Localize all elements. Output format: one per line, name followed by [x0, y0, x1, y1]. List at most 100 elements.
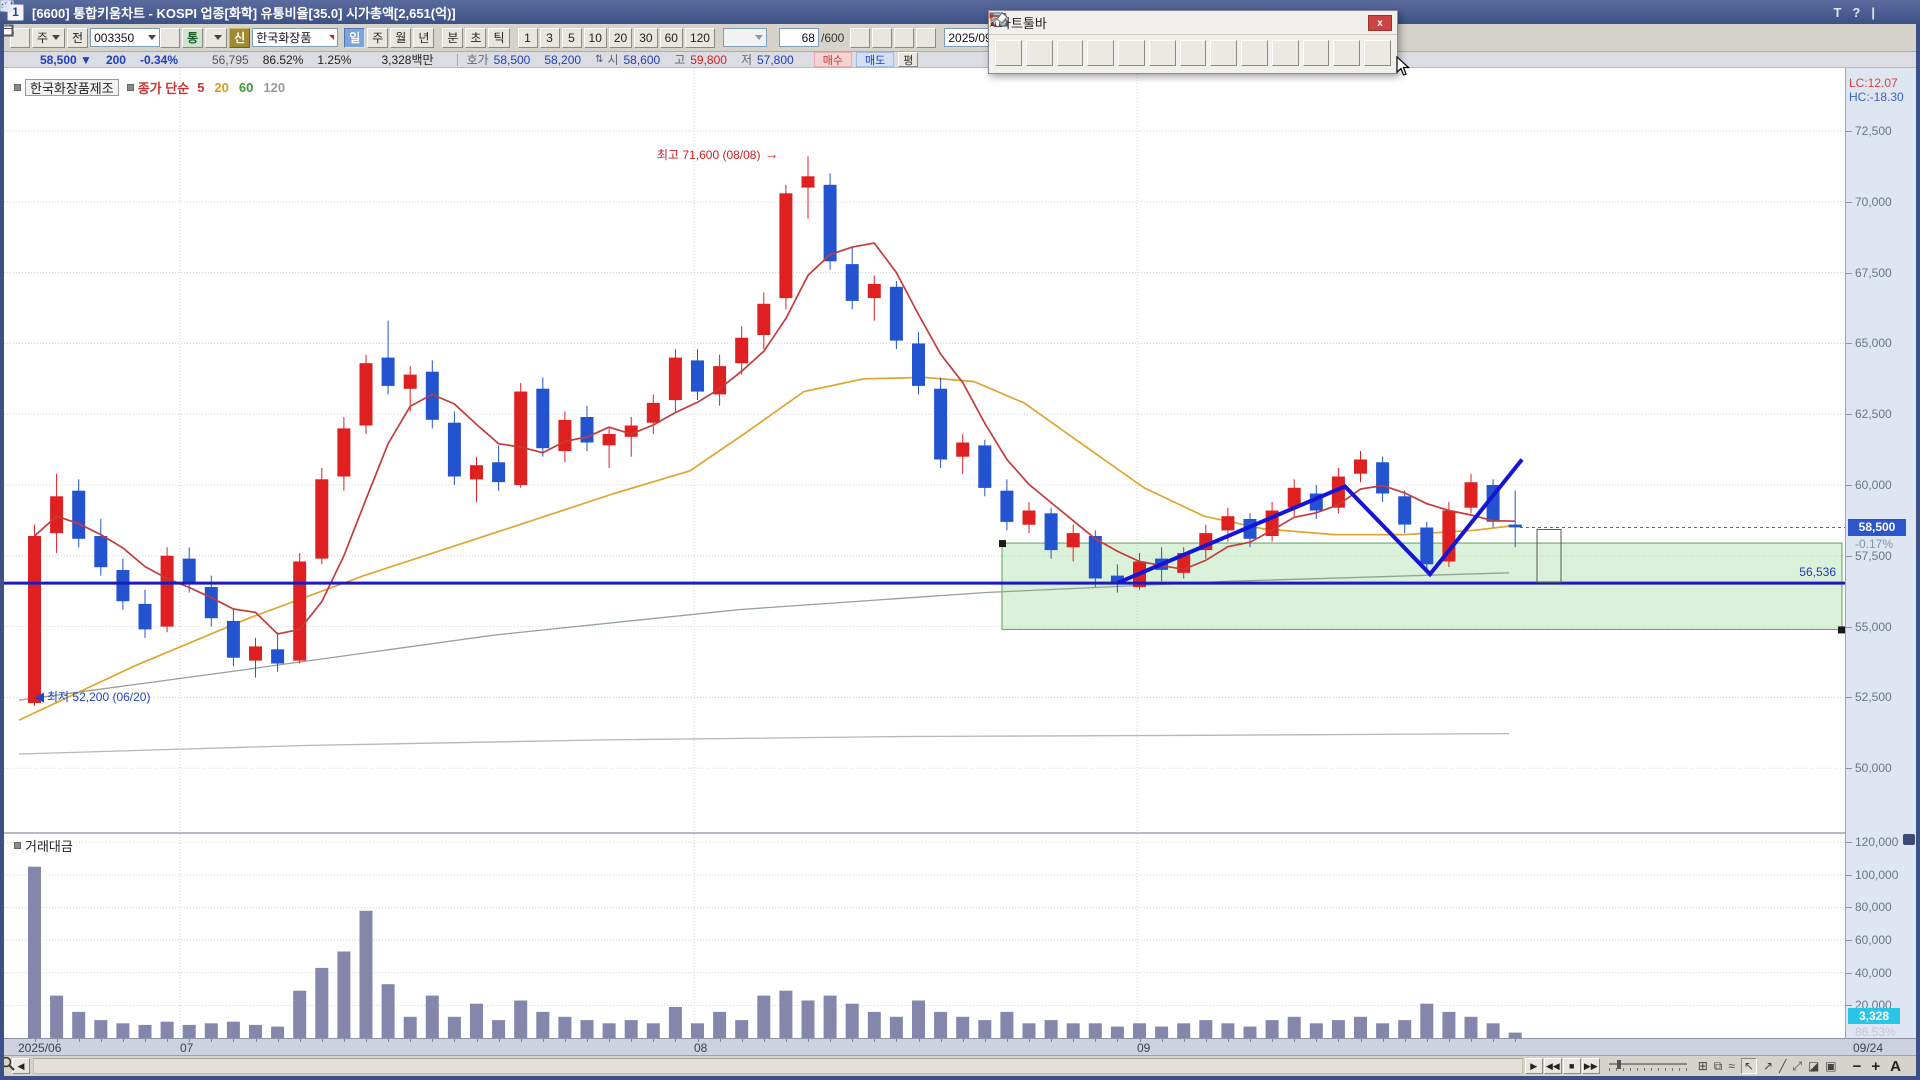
scrollbar-track[interactable] — [33, 1058, 1523, 1074]
date-minor-tick — [1449, 1039, 1450, 1042]
date-minor-tick — [432, 1039, 433, 1042]
layout-swap-tool-icon[interactable] — [1026, 40, 1053, 66]
date-tick-label: 08 — [694, 1041, 707, 1055]
interval-5-button[interactable]: 5 — [562, 28, 582, 48]
custom-interval-dropdown[interactable] — [723, 28, 767, 47]
segment-tool-icon[interactable] — [1272, 40, 1299, 66]
stock-name-display[interactable]: 한국화장품 — [252, 28, 338, 47]
gear-icon[interactable] — [916, 28, 936, 48]
stop-button[interactable]: ■ — [1563, 1058, 1581, 1074]
pointer-cursor-icon[interactable]: ↗ — [1763, 1059, 1773, 1073]
area-highlight-tool-icon[interactable] — [1210, 40, 1237, 66]
sort-arrows-icon[interactable]: ⇅ — [595, 54, 603, 65]
period-month-button[interactable]: 월 — [390, 28, 411, 48]
date-tick-label: 09 — [1137, 1041, 1150, 1055]
undo-tool-icon[interactable] — [995, 40, 1022, 66]
flag-tool-icon[interactable] — [1057, 40, 1084, 66]
interval-10-button[interactable]: 10 — [584, 28, 607, 48]
help-button[interactable]: ? — [1852, 6, 1860, 19]
avg-button[interactable]: 평 — [898, 52, 918, 67]
date-minor-tick — [123, 1039, 124, 1042]
candlestick-chart-panel[interactable] — [4, 68, 1845, 832]
search-icon[interactable] — [160, 28, 180, 48]
current-volume-pct: 86.53% — [1855, 1025, 1896, 1039]
zigzag-add-icon[interactable] — [872, 28, 892, 48]
shin-button[interactable]: 신 — [229, 28, 250, 48]
period-week-button[interactable]: 주 — [367, 28, 388, 48]
copy-window-icon[interactable]: ⧉ — [1714, 1059, 1723, 1074]
zoom-in-button[interactable]: + — [1871, 1058, 1880, 1075]
date-minor-tick — [1029, 1039, 1030, 1042]
stock-name-legend[interactable]: 한국화장품제조 — [25, 79, 119, 96]
period-tick-button[interactable]: 틱 — [488, 28, 509, 48]
chart-toolbar-window[interactable]: 차트툴바 x ALL — [988, 10, 1398, 74]
date-minor-tick — [919, 1039, 920, 1042]
hts-window: 1 [6600] 통합키움차트 - KOSPI 업종[화학] 유통비율[35.0… — [0, 0, 1920, 1080]
shapes-tool-icon[interactable] — [1087, 40, 1114, 66]
period-second-button[interactable]: 초 — [465, 28, 486, 48]
save-icon[interactable] — [894, 28, 914, 48]
close-icon[interactable]: x — [1368, 15, 1392, 31]
new-window-icon[interactable]: ⊞ — [1698, 1059, 1708, 1073]
always-on-top-button[interactable]: T — [1833, 6, 1841, 19]
period-day-button[interactable]: 일 — [344, 28, 365, 48]
legend-square-icon — [14, 84, 21, 91]
trendline-tool-icon[interactable]: ╱ — [1779, 1059, 1786, 1073]
candle-tool-icon[interactable] — [1149, 40, 1176, 66]
ma20-legend: 20 — [214, 80, 228, 95]
buy-button[interactable]: 매수 — [814, 52, 852, 67]
eraser-tool-icon[interactable] — [1333, 40, 1360, 66]
title-bar: 1 [6600] 통합키움차트 - KOSPI 업종[화학] 유통비율[35.0… — [0, 0, 1920, 24]
circle-highlight-tool-icon[interactable] — [1241, 40, 1268, 66]
high-price: 59,800 — [690, 53, 727, 67]
period-minute-button[interactable]: 분 — [442, 28, 463, 48]
text-tool-icon[interactable] — [1118, 40, 1145, 66]
slider-ticks — [1609, 1068, 1687, 1071]
cross-cursor-icon[interactable]: ↖ — [1741, 1058, 1757, 1074]
eraser-tool-icon[interactable]: ◪ — [1808, 1059, 1819, 1073]
period-year-button[interactable]: 년 — [413, 28, 434, 48]
volume-chart-panel[interactable] — [4, 834, 1845, 1038]
levels-tool-icon[interactable] — [1180, 40, 1207, 66]
compare-icon[interactable] — [850, 28, 870, 48]
low-annotation: ◀최저 52,200 (06/20) — [34, 688, 150, 705]
zoom-out-button[interactable]: − — [1853, 1058, 1862, 1075]
ratio-2: 1.25% — [317, 53, 351, 67]
zigzag-mode-icon[interactable]: ≈ — [1728, 1059, 1735, 1073]
erase-all-tool-icon[interactable]: ALL — [1364, 40, 1391, 66]
interval-60-button[interactable]: 60 — [660, 28, 683, 48]
rewind-button[interactable]: ◀◀ — [1544, 1058, 1562, 1074]
current-price-badge: 58,500 — [1848, 519, 1906, 536]
axis-tick: 67,500 — [1855, 266, 1892, 280]
price-change: 200 — [106, 53, 126, 67]
play-button[interactable]: ▶ — [1525, 1058, 1543, 1074]
stock-type-dropdown[interactable]: 주 — [32, 28, 65, 48]
prev-stock-button[interactable]: 전 — [67, 28, 88, 48]
chart-toolbar-titlebar[interactable]: 차트툴바 x — [989, 11, 1397, 35]
date-tick-label: 09/24 — [1853, 1041, 1883, 1055]
interval-30-button[interactable]: 30 — [634, 28, 657, 48]
ray-trendline-tool-icon[interactable] — [1303, 40, 1330, 66]
window-controls: T ? | — [1800, 6, 1920, 19]
bar-count-input[interactable]: 68 — [779, 28, 819, 47]
speed-slider[interactable] — [1609, 1059, 1687, 1073]
interval-3-button[interactable]: 3 — [540, 28, 560, 48]
right-price-axis[interactable]: LC:12.07 HC:-18.30 72,50070,00067,50065,… — [1845, 68, 1916, 1038]
volume-settings-icon[interactable] — [1903, 834, 1915, 845]
date-minor-tick — [388, 1039, 389, 1042]
interval-120-button[interactable]: 120 — [685, 28, 715, 48]
forward-button[interactable]: ▶▶ — [1582, 1058, 1600, 1074]
speaker-icon[interactable] — [205, 28, 227, 48]
axis-tick — [1846, 973, 1852, 974]
date-minor-tick — [609, 1039, 610, 1042]
stock-code-input[interactable]: 003350 — [90, 28, 160, 47]
date-minor-tick — [543, 1039, 544, 1042]
chart-image-icon[interactable]: ▣ — [1825, 1059, 1836, 1073]
font-button[interactable]: A — [1890, 1058, 1901, 1075]
tong-button[interactable]: 통 — [182, 28, 203, 48]
date-minor-tick — [1206, 1039, 1207, 1042]
sell-button[interactable]: 매도 — [856, 52, 894, 67]
interval-1-button[interactable]: 1 — [518, 28, 538, 48]
interval-20-button[interactable]: 20 — [609, 28, 632, 48]
ray-tool-icon[interactable]: ⤢ — [1792, 1059, 1802, 1074]
